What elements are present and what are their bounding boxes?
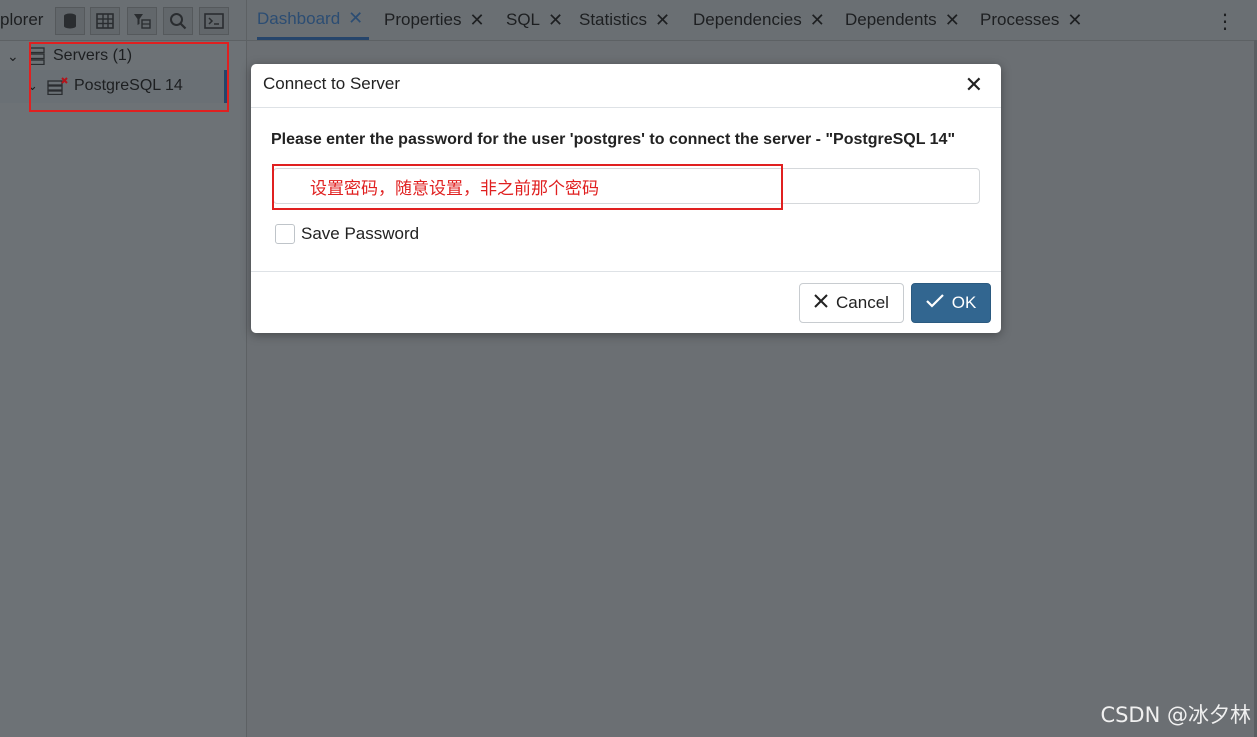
save-password-checkbox[interactable] [275, 224, 295, 244]
database-icon [64, 13, 76, 29]
filter-table-icon [134, 14, 151, 29]
cancel-button[interactable]: Cancel [799, 283, 904, 323]
close-icon[interactable]: ✕ [548, 10, 563, 31]
filtered-rows-button[interactable] [127, 7, 157, 35]
annotation-highlight-box [29, 42, 229, 112]
search-icon [170, 13, 187, 30]
tab-processes[interactable]: Processes ✕ [980, 0, 1082, 40]
dialog-title: Connect to Server [263, 74, 401, 93]
cancel-label: Cancel [836, 293, 889, 312]
tab-label: Dependents [845, 10, 937, 29]
password-prompt: Please enter the password for the user '… [271, 131, 956, 148]
save-password-row[interactable]: Save Password [275, 224, 419, 244]
explorer-toolbar: plorer [0, 0, 246, 41]
close-icon[interactable]: ✕ [965, 72, 983, 98]
dialog-footer: Cancel OK [251, 271, 1001, 334]
ok-button[interactable]: OK [911, 283, 991, 323]
tab-dependents[interactable]: Dependents ✕ [845, 0, 960, 40]
close-icon[interactable]: ✕ [655, 10, 670, 31]
save-password-label: Save Password [301, 224, 420, 243]
tab-bar: Dashboard ✕ Properties ✕ SQL ✕ Statistic… [247, 0, 1257, 41]
tab-dashboard[interactable]: Dashboard ✕ [257, 0, 370, 40]
tab-label: Dependencies [693, 10, 802, 29]
tab-label: Processes [980, 10, 1060, 29]
tab-label: Statistics [579, 10, 648, 29]
explorer-title: plorer [0, 10, 44, 29]
tab-label: Dashboard [257, 8, 341, 28]
object-explorer-panel: plorer ⌄ Servers (1) ⌄ PostgreSQL 14 [0, 0, 247, 737]
chevron-down-icon[interactable]: ⌄ [7, 48, 27, 65]
terminal-icon [204, 13, 224, 29]
tab-label: SQL [506, 10, 541, 29]
query-tool-button[interactable] [55, 7, 85, 35]
psql-tool-button[interactable] [199, 7, 229, 35]
close-icon[interactable]: ✕ [348, 8, 363, 29]
tab-label: Properties [384, 10, 462, 29]
annotation-note: 设置密码，随意设置，非之前那个密码 [310, 179, 599, 199]
view-data-button[interactable] [90, 7, 120, 35]
tab-dependencies[interactable]: Dependencies ✕ [693, 0, 825, 40]
close-icon[interactable]: ✕ [810, 10, 825, 31]
close-icon[interactable]: ✕ [945, 10, 960, 31]
tab-statistics[interactable]: Statistics ✕ [579, 0, 670, 40]
check-icon [925, 293, 944, 313]
close-icon [814, 293, 828, 313]
tab-sql[interactable]: SQL ✕ [506, 0, 563, 40]
more-options-icon[interactable]: ⋮ [1215, 9, 1235, 34]
search-objects-button[interactable] [163, 7, 193, 35]
tab-properties[interactable]: Properties ✕ [384, 0, 485, 40]
table-icon [96, 13, 114, 29]
ok-label: OK [951, 293, 977, 312]
dialog-header: Connect to Server ✕ [251, 64, 1001, 108]
close-icon[interactable]: ✕ [1067, 10, 1082, 31]
close-icon[interactable]: ✕ [469, 10, 484, 31]
connect-to-server-dialog: Connect to Server ✕ Please enter the pas… [251, 64, 1001, 333]
watermark: CSDN @冰夕林 [1100, 703, 1251, 727]
